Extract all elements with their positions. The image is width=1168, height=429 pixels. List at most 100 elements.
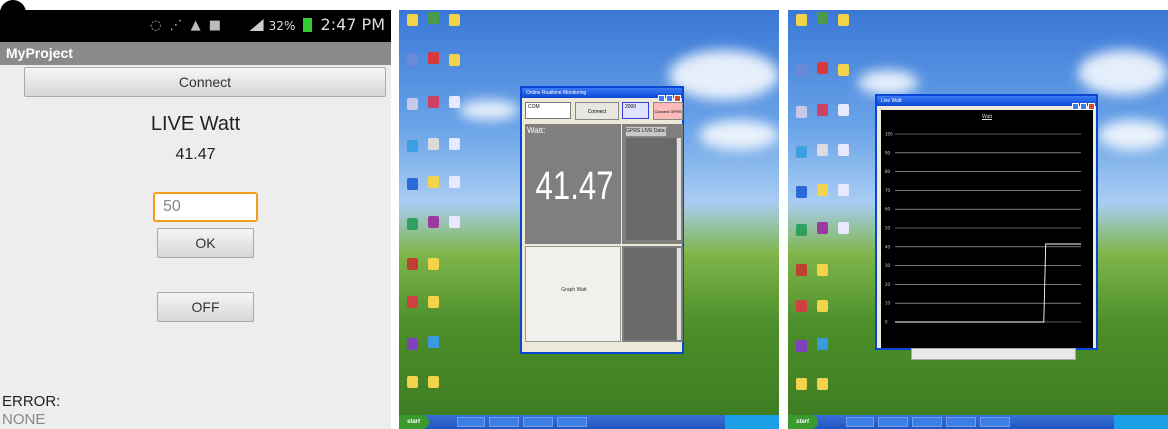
app-icon[interactable] [407,338,418,350]
port-select[interactable]: COM [525,102,571,119]
app-icon[interactable] [817,62,828,74]
app-icon[interactable] [796,146,807,158]
app-icon[interactable] [407,258,418,270]
watt-threshold-input[interactable] [153,192,258,222]
cloud [858,70,918,95]
connect-button[interactable]: Connect [575,102,619,120]
chart-plot: 1009080706050403020100 [885,132,1081,325]
folder-icon[interactable] [407,14,418,26]
taskbar: start [399,415,779,429]
app-icon[interactable] [817,184,828,196]
folder-icon[interactable] [817,300,828,312]
taskbar-item[interactable] [489,417,519,427]
app-icon[interactable] [817,104,828,116]
document-icon[interactable] [838,104,849,116]
app-icon[interactable] [796,264,807,276]
taskbar-item[interactable] [846,417,874,427]
app-icon[interactable] [428,96,439,108]
app-icon[interactable] [428,52,439,64]
folder-icon[interactable] [817,378,828,390]
baud-input[interactable]: 2000 [622,102,649,119]
taskbar-item[interactable] [557,417,587,427]
maximize-icon[interactable] [666,95,673,102]
app-icon[interactable] [817,144,828,156]
app-icon[interactable] [407,140,418,152]
app-icon[interactable] [796,300,807,312]
document-icon[interactable] [449,138,460,150]
app-icon[interactable] [796,106,807,118]
folder-icon[interactable] [838,64,849,76]
folder-icon[interactable] [449,14,460,26]
recycle-bin-icon[interactable] [428,12,439,24]
status-bar: ◌ ⋰ ▲ ■ 32% 2:47 PM [0,10,391,42]
app-icon[interactable] [407,218,418,230]
status-time: 2:47 PM [320,15,385,34]
window-controls [657,89,681,102]
start-button[interactable]: start [399,415,429,429]
app-icon[interactable] [407,54,418,66]
off-button[interactable]: OFF [157,292,254,322]
scrollbar[interactable] [677,248,681,340]
minimize-icon[interactable] [1072,103,1079,110]
cloud [699,120,779,150]
y-tick-label: 70 [885,188,891,193]
taskbar-item[interactable] [946,417,976,427]
window-title: Live Watt [877,96,1096,106]
folder-icon[interactable] [796,378,807,390]
connect-gprs-button[interactable]: Connect GPRS [653,102,683,120]
y-tick-label: 30 [885,263,891,268]
app-icon[interactable] [407,178,418,190]
folder-icon[interactable] [796,14,807,26]
folder-icon[interactable] [428,376,439,388]
gprs-panel: GPRS LIVE Data: [622,124,683,244]
signal-icon [249,19,264,31]
document-icon[interactable] [838,222,849,234]
folder-icon[interactable] [449,54,460,66]
graph-watt-button[interactable]: Graph Watt [525,246,621,342]
folder-icon[interactable] [817,264,828,276]
y-tick-label: 60 [885,207,891,212]
app-icon[interactable] [407,98,418,110]
taskbar-item[interactable] [523,417,553,427]
corner-dot [0,0,26,26]
folder-icon[interactable] [428,296,439,308]
scrollbar[interactable] [677,138,681,240]
taskbar-item[interactable] [457,417,485,427]
document-icon[interactable] [449,216,460,228]
app-icon[interactable] [796,224,807,236]
folder-icon[interactable] [407,376,418,388]
status-icons: ◌ ⋰ ▲ ■ [150,18,224,33]
y-tick-label: 80 [885,169,891,174]
document-icon[interactable] [449,96,460,108]
y-tick-label: 0 [885,320,888,325]
folder-icon[interactable] [838,14,849,26]
y-tick-label: 50 [885,226,891,231]
app-icon[interactable] [428,138,439,150]
document-icon[interactable] [838,144,849,156]
android-phone-screen: ◌ ⋰ ▲ ■ 32% 2:47 PM MyProject Connect LI… [0,10,391,429]
ok-button[interactable]: OK [157,228,254,258]
close-icon[interactable] [674,95,681,102]
app-icon[interactable] [817,222,828,234]
app-icon[interactable] [796,64,807,76]
taskbar-item[interactable] [980,417,1010,427]
app-icon[interactable] [428,336,439,348]
start-button[interactable]: start [788,415,818,429]
folder-icon[interactable] [428,258,439,270]
app-icon[interactable] [796,340,807,352]
app-icon[interactable] [428,216,439,228]
taskbar-item[interactable] [912,417,942,427]
maximize-icon[interactable] [1080,103,1087,110]
y-tick-label: 100 [885,132,893,137]
app-icon[interactable] [407,296,418,308]
minimize-icon[interactable] [658,95,665,102]
close-icon[interactable] [1088,103,1095,110]
document-icon[interactable] [838,184,849,196]
taskbar-item[interactable] [878,417,908,427]
app-icon[interactable] [796,186,807,198]
app-icon[interactable] [428,176,439,188]
connect-button[interactable]: Connect [24,67,386,97]
document-icon[interactable] [449,176,460,188]
recycle-bin-icon[interactable] [817,12,828,24]
app-icon[interactable] [817,338,828,350]
